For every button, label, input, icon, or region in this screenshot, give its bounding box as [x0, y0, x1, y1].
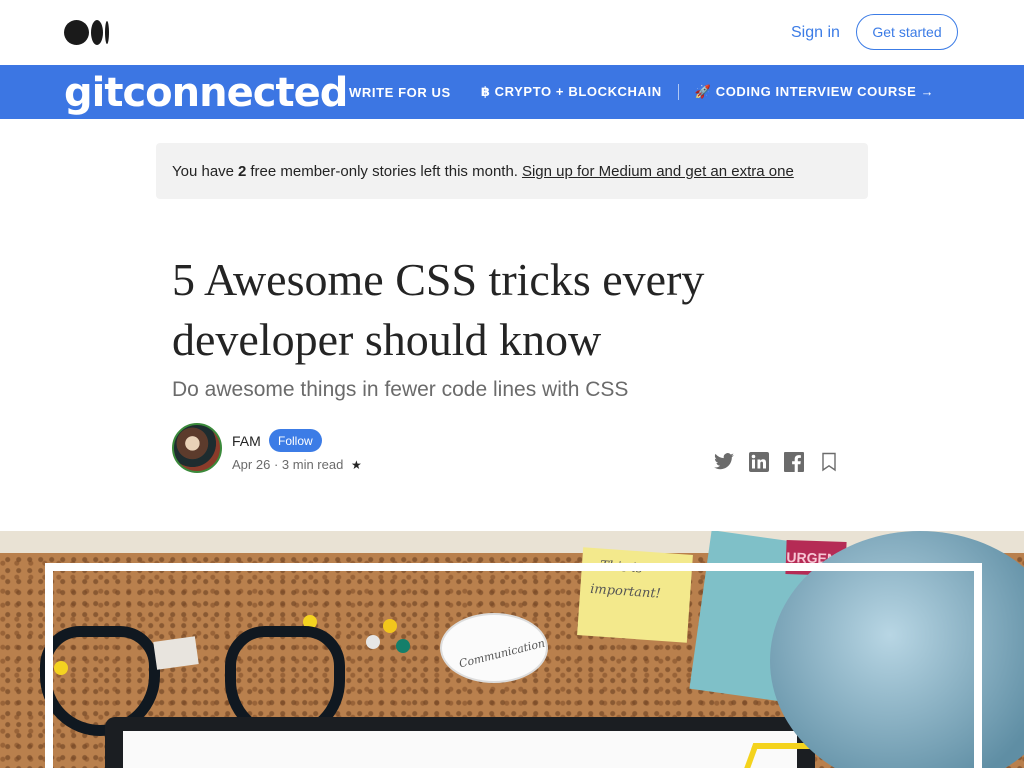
banner-suffix: free member-only stories left this month…	[250, 162, 518, 180]
article-meta: Apr 26 · 3 min read ★	[232, 457, 362, 472]
nav-coding-interview-course[interactable]: 🚀 CODING INTERVIEW COURSE →	[677, 84, 934, 100]
publication-nav: gitconnected WRITE FOR US ฿ CRYPTO + BLO…	[0, 65, 1024, 119]
hero-image: URGENT This is important! Communication	[0, 531, 1024, 768]
linkedin-icon[interactable]	[748, 451, 770, 473]
meta-separator: ·	[273, 457, 279, 472]
bookmark-icon[interactable]	[818, 451, 840, 473]
get-started-button[interactable]: Get started	[856, 14, 958, 50]
article-title: 5 Awesome CSS tricks every developer sho…	[172, 254, 705, 365]
banner-prefix: You have	[172, 162, 235, 180]
nav-write-for-us[interactable]: WRITE FOR US	[349, 85, 451, 100]
nav-crypto-blockchain[interactable]: ฿ CRYPTO + BLOCKCHAIN	[481, 84, 662, 100]
author-name[interactable]: FAM	[232, 433, 261, 449]
avatar[interactable]	[172, 423, 222, 473]
facebook-icon[interactable]	[783, 451, 805, 473]
medium-logo-icon[interactable]	[64, 20, 110, 45]
image-white-frame	[45, 563, 982, 768]
member-stories-banner: You have 2 free member-only stories left…	[156, 143, 868, 199]
author-row: FAM Follow Apr 26 · 3 min read ★	[172, 423, 840, 481]
publication-nav-links: WRITE FOR US ฿ CRYPTO + BLOCKCHAIN 🚀 COD…	[349, 65, 964, 119]
follow-button[interactable]: Follow	[269, 429, 322, 452]
twitter-icon[interactable]	[713, 451, 735, 473]
banner-count: 2	[238, 162, 247, 180]
sign-up-link[interactable]: Sign up for Medium and get an extra one	[522, 163, 794, 180]
share-actions	[700, 451, 840, 473]
sign-in-link[interactable]: Sign in	[791, 24, 840, 42]
member-star-icon: ★	[350, 458, 362, 472]
read-time: 3 min read	[281, 457, 344, 472]
article-date: Apr 26	[232, 457, 271, 472]
top-bar: Sign in Get started	[0, 0, 1024, 65]
publication-brand[interactable]: gitconnected	[64, 69, 348, 117]
article-subtitle: Do awesome things in fewer code lines wi…	[172, 378, 629, 401]
